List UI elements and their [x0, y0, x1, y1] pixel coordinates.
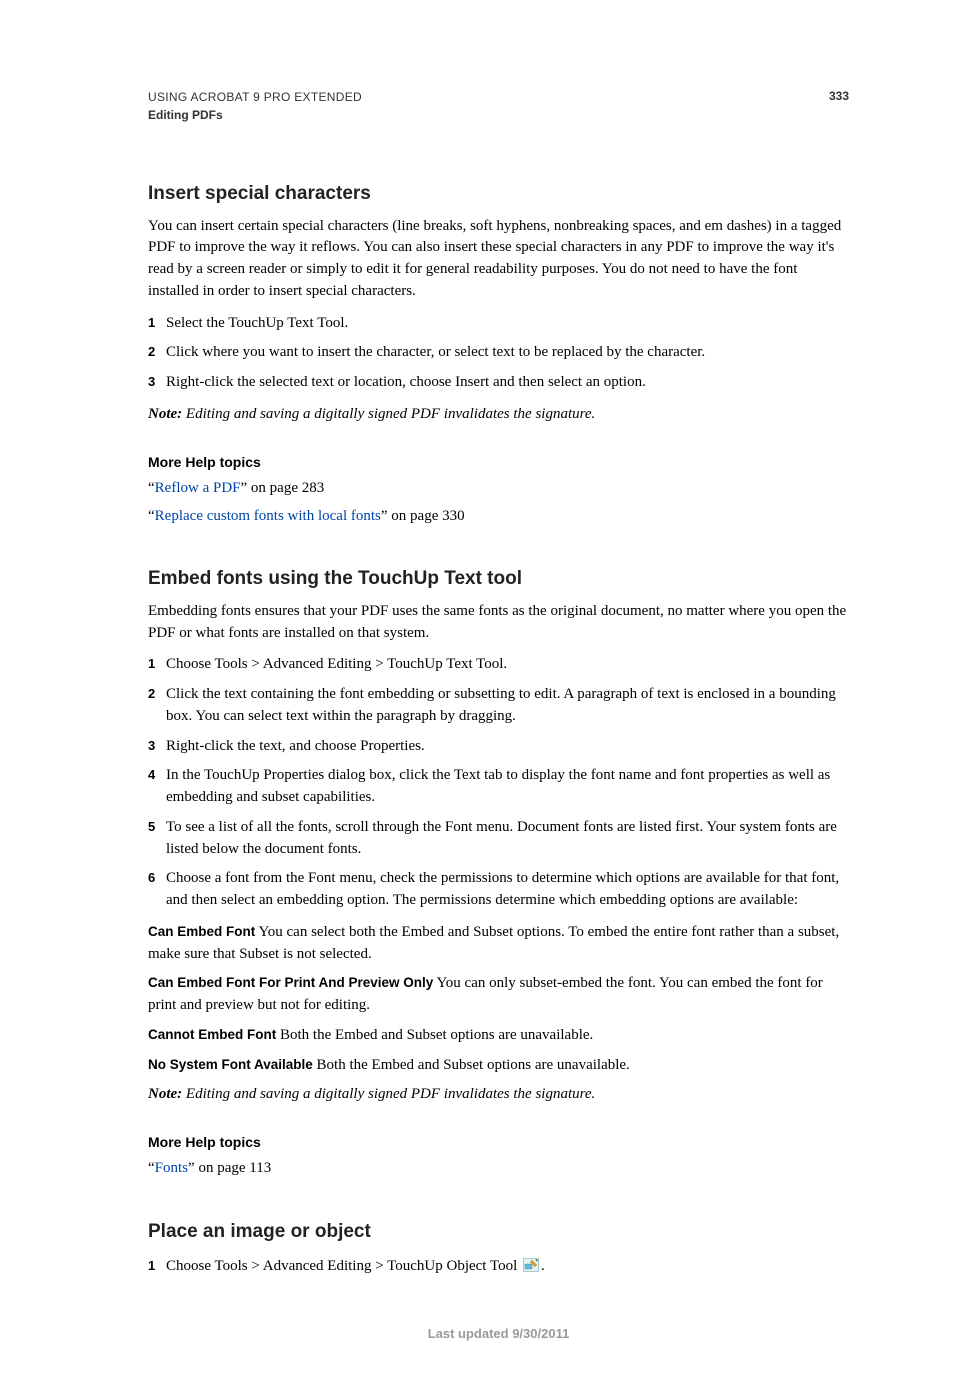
- step-text: Choose Tools > Advanced Editing > TouchU…: [166, 1256, 849, 1278]
- doc-title: USING ACROBAT 9 PRO EXTENDED: [148, 88, 362, 106]
- list-item: 1 Choose Tools > Advanced Editing > Touc…: [148, 1256, 849, 1278]
- page-footer: Last updated 9/30/2011: [148, 1325, 849, 1344]
- page-header: USING ACROBAT 9 PRO EXTENDED Editing PDF…: [148, 88, 849, 124]
- section2-intro: Embedding fonts ensures that your PDF us…: [148, 601, 849, 645]
- heading-insert-special-characters: Insert special characters: [148, 180, 849, 208]
- list-item: 6Choose a font from the Font menu, check…: [148, 868, 849, 912]
- note-label: Note:: [148, 406, 182, 422]
- term-text: Both the Embed and Subset options are un…: [313, 1057, 630, 1073]
- step-number: 1: [148, 654, 166, 676]
- term-label: No System Font Available: [148, 1057, 313, 1072]
- term-label: Cannot Embed Font: [148, 1027, 276, 1042]
- term-cannot-embed-font: Cannot Embed Font Both the Embed and Sub…: [148, 1025, 849, 1047]
- note-text: Editing and saving a digitally signed PD…: [182, 406, 595, 422]
- doc-subtitle: Editing PDFs: [148, 106, 362, 124]
- list-item: 3Right-click the text, and choose Proper…: [148, 736, 849, 758]
- step-number: 2: [148, 342, 166, 364]
- step-text: Select the TouchUp Text Tool.: [166, 313, 849, 335]
- section1-intro: You can insert certain special character…: [148, 216, 849, 303]
- step-number: 5: [148, 817, 166, 861]
- step-number: 6: [148, 868, 166, 912]
- list-item: 1Select the TouchUp Text Tool.: [148, 313, 849, 335]
- help-topic: “Reflow a PDF” on page 283: [148, 478, 849, 500]
- help-tail: ” on page 113: [188, 1160, 271, 1176]
- term-label: Can Embed Font For Print And Preview Onl…: [148, 975, 433, 990]
- quote-open: “: [148, 1160, 155, 1176]
- list-item: 2Click the text containing the font embe…: [148, 684, 849, 728]
- more-help-heading: More Help topics: [148, 452, 849, 472]
- step-number: 4: [148, 765, 166, 809]
- list-item: 2Click where you want to insert the char…: [148, 342, 849, 364]
- step-number: 1: [148, 313, 166, 335]
- step-text: Choose Tools > Advanced Editing > TouchU…: [166, 654, 849, 676]
- step-text: Click the text containing the font embed…: [166, 684, 849, 728]
- step-number: 3: [148, 372, 166, 394]
- heading-embed-fonts: Embed fonts using the TouchUp Text tool: [148, 565, 849, 593]
- step-text: Right-click the selected text or locatio…: [166, 372, 849, 394]
- link-reflow-pdf[interactable]: Reflow a PDF: [155, 480, 241, 496]
- list-item: 4In the TouchUp Properties dialog box, c…: [148, 765, 849, 809]
- step-text-pre: Choose Tools > Advanced Editing > TouchU…: [166, 1258, 521, 1274]
- heading-place-image-object: Place an image or object: [148, 1218, 849, 1246]
- header-left: USING ACROBAT 9 PRO EXTENDED Editing PDF…: [148, 88, 362, 124]
- step-text: Right-click the text, and choose Propert…: [166, 736, 849, 758]
- help-tail: ” on page 330: [381, 508, 465, 524]
- note-text: Editing and saving a digitally signed PD…: [182, 1086, 595, 1102]
- list-item: 3Right-click the selected text or locati…: [148, 372, 849, 394]
- term-text: Both the Embed and Subset options are un…: [276, 1027, 593, 1043]
- term-label: Can Embed Font: [148, 924, 255, 939]
- quote-open: “: [148, 508, 155, 524]
- help-topic: “Fonts” on page 113: [148, 1158, 849, 1180]
- step-text: In the TouchUp Properties dialog box, cl…: [166, 765, 849, 809]
- term-no-system-font: No System Font Available Both the Embed …: [148, 1055, 849, 1077]
- term-can-embed-font: Can Embed Font You can select both the E…: [148, 922, 849, 966]
- step-number: 2: [148, 684, 166, 728]
- quote-open: “: [148, 480, 155, 496]
- section2-steps: 1Choose Tools > Advanced Editing > Touch…: [148, 654, 849, 912]
- section2-note: Note: Editing and saving a digitally sig…: [148, 1084, 849, 1106]
- note-label: Note:: [148, 1086, 182, 1102]
- term-can-embed-print-preview: Can Embed Font For Print And Preview Onl…: [148, 973, 849, 1017]
- more-help-heading: More Help topics: [148, 1132, 849, 1152]
- section1-note: Note: Editing and saving a digitally sig…: [148, 404, 849, 426]
- step-text: Choose a font from the Font menu, check …: [166, 868, 849, 912]
- list-item: 1Choose Tools > Advanced Editing > Touch…: [148, 654, 849, 676]
- step-text-post: .: [541, 1258, 545, 1274]
- help-topic: “Replace custom fonts with local fonts” …: [148, 506, 849, 528]
- help-tail: ” on page 283: [241, 480, 325, 496]
- step-number: 1: [148, 1256, 166, 1278]
- step-text: To see a list of all the fonts, scroll t…: [166, 817, 849, 861]
- section1-steps: 1Select the TouchUp Text Tool. 2Click wh…: [148, 313, 849, 394]
- list-item: 5To see a list of all the fonts, scroll …: [148, 817, 849, 861]
- section3-steps: 1 Choose Tools > Advanced Editing > Touc…: [148, 1256, 849, 1278]
- link-fonts[interactable]: Fonts: [155, 1160, 188, 1176]
- step-number: 3: [148, 736, 166, 758]
- touchup-object-tool-icon: [523, 1258, 539, 1272]
- page-number: 333: [829, 88, 849, 105]
- link-replace-custom-fonts[interactable]: Replace custom fonts with local fonts: [155, 508, 381, 524]
- step-text: Click where you want to insert the chara…: [166, 342, 849, 364]
